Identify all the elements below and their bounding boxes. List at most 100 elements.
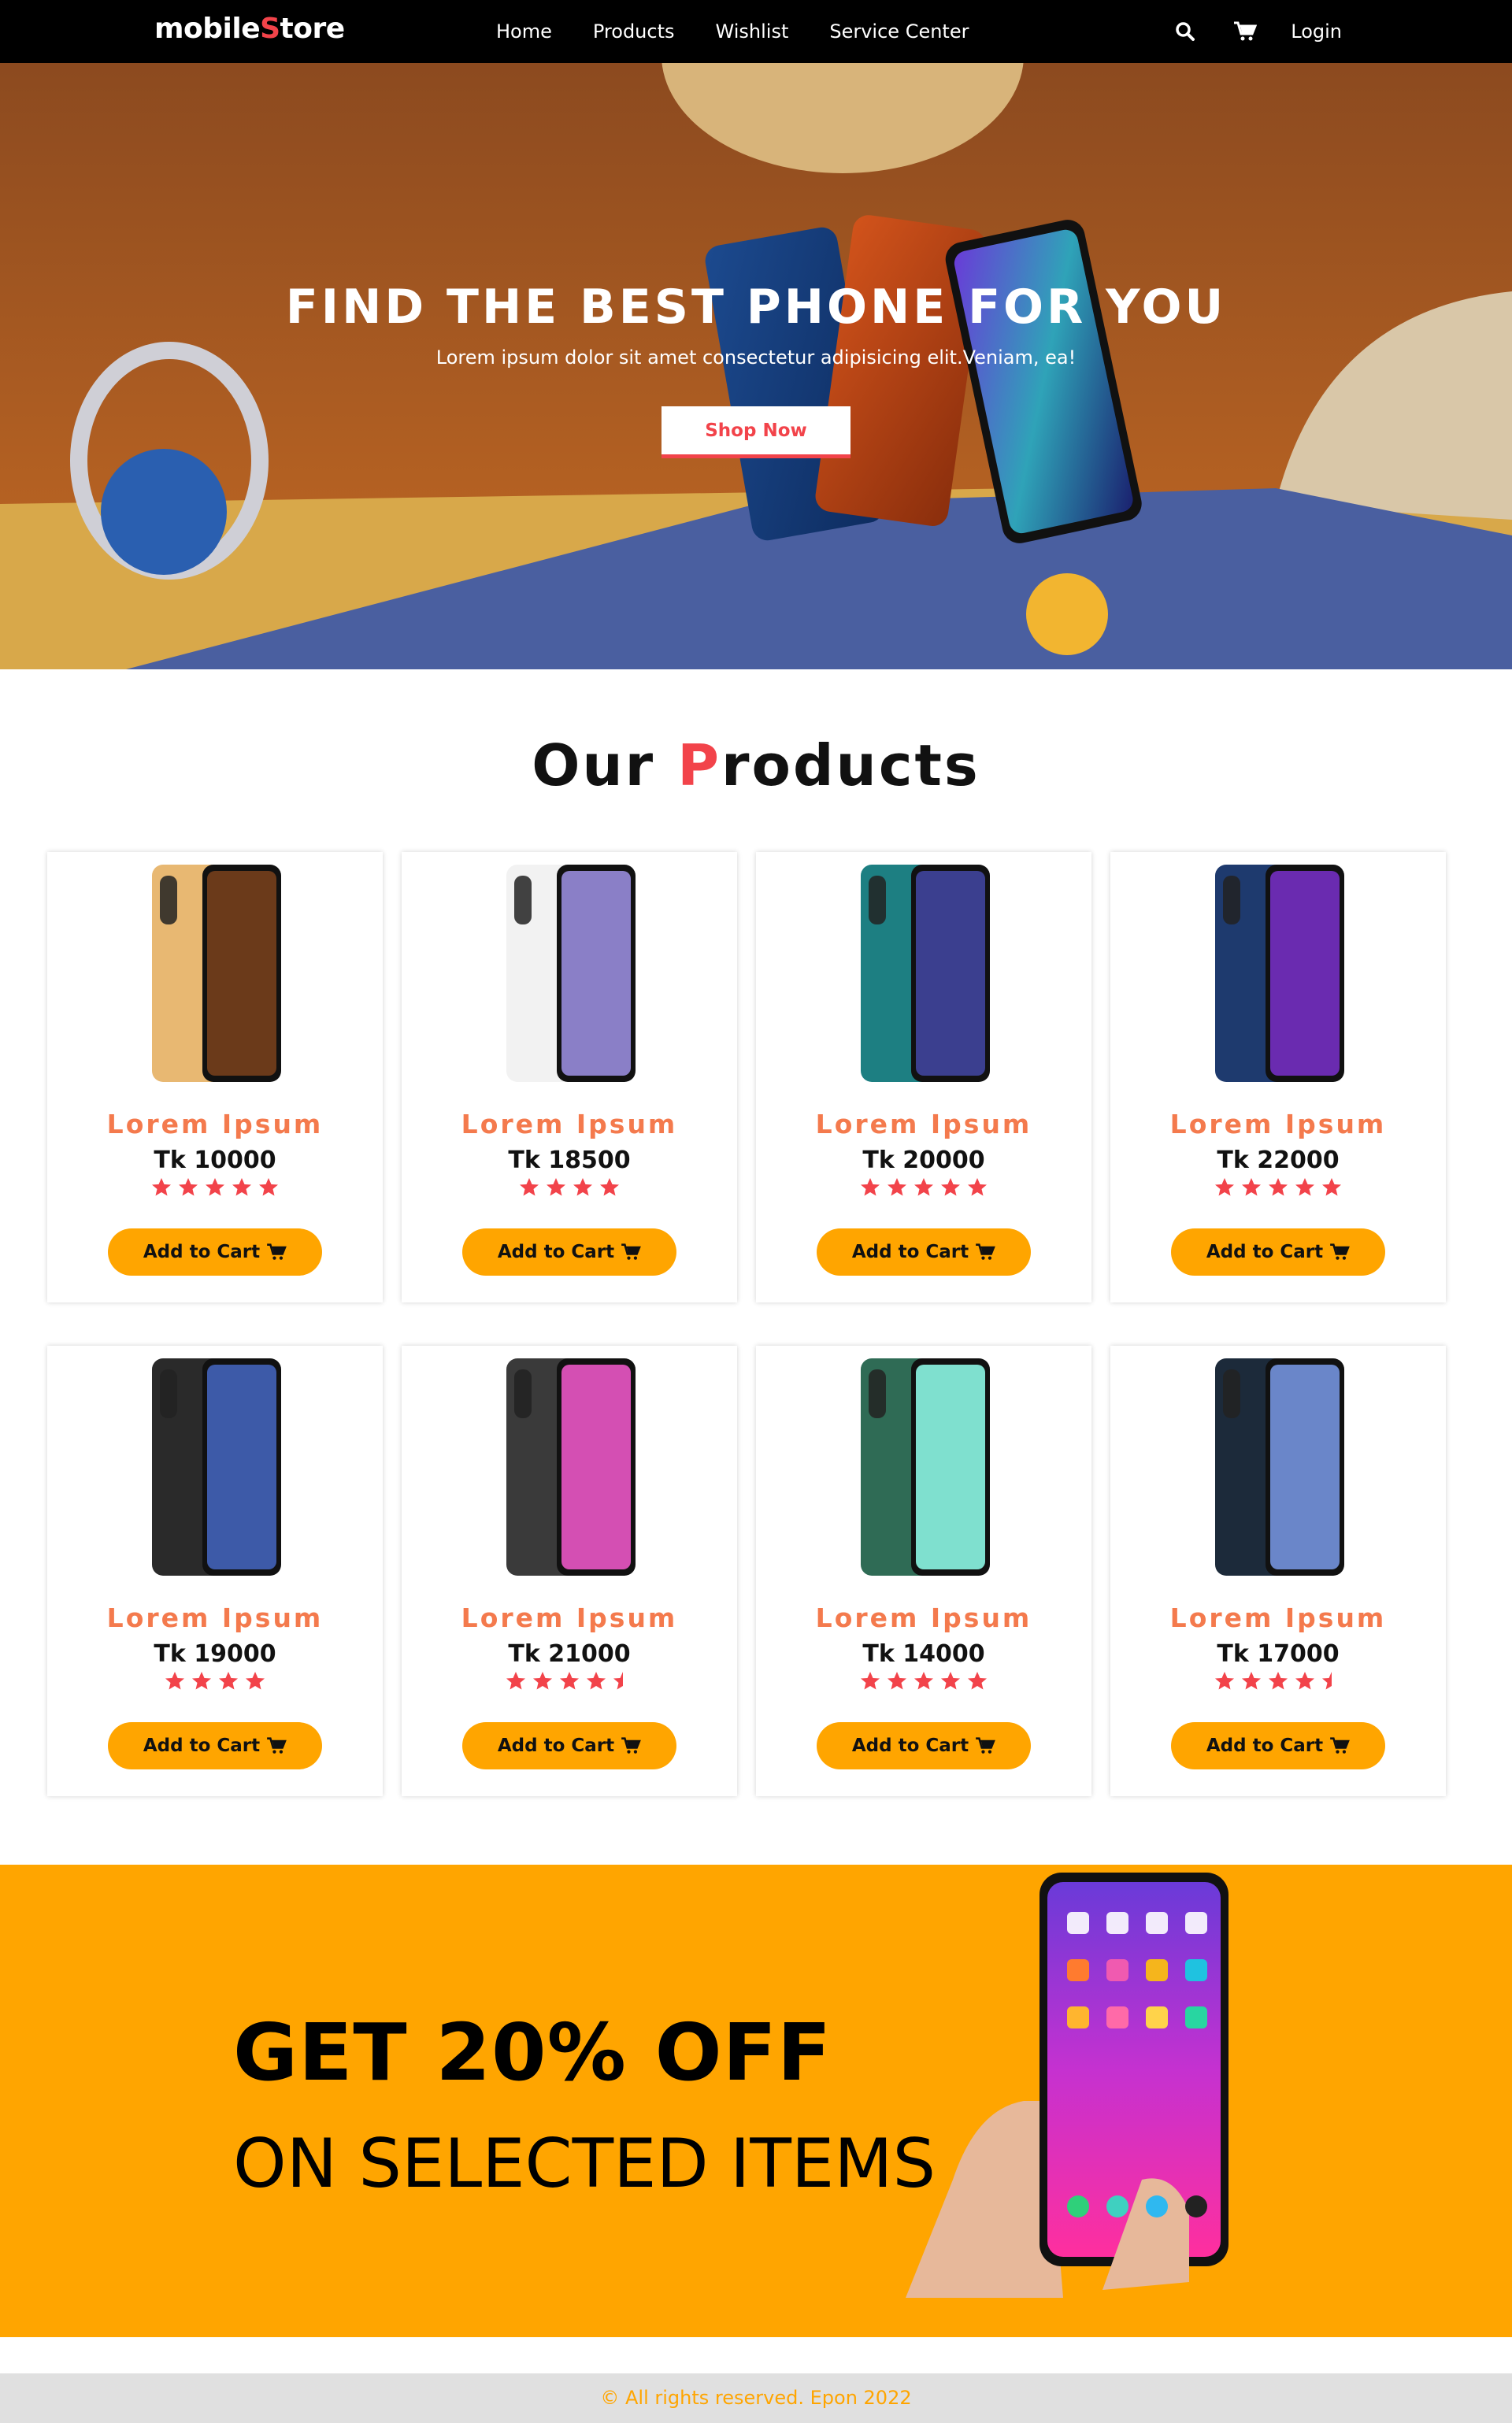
brand-logo[interactable]: mobileStore [154, 13, 345, 45]
add-to-cart-label: Add to Cart [497, 1736, 615, 1756]
hero-subtitle: Lorem ipsum dolor sit amet consectetur a… [435, 346, 1077, 369]
star-icon [941, 1672, 960, 1690]
star-icon [1242, 1178, 1261, 1196]
product-image [861, 865, 990, 1082]
nav-home[interactable]: Home [496, 20, 552, 43]
title-accent: P [677, 732, 722, 798]
star-icon [506, 1672, 525, 1690]
star-icon [1295, 1178, 1314, 1196]
product-name[interactable]: Lorem Ipsum [1110, 1109, 1446, 1139]
star-icon [219, 1672, 238, 1690]
product-image [506, 1358, 636, 1576]
nav-wishlist[interactable]: Wishlist [716, 20, 789, 43]
title-prefix: Our [532, 732, 678, 798]
star-icon [888, 1178, 906, 1196]
add-to-cart-button[interactable]: Add to Cart [108, 1228, 322, 1276]
add-to-cart-button[interactable]: Add to Cart [462, 1228, 676, 1276]
product-image [506, 865, 636, 1082]
product-name[interactable]: Lorem Ipsum [47, 1109, 383, 1139]
star-icon [914, 1178, 933, 1196]
star-icon [914, 1672, 933, 1690]
product-image [1215, 1358, 1344, 1576]
product-rating [47, 1670, 383, 1692]
title-suffix: roducts [721, 732, 980, 798]
product-name[interactable]: Lorem Ipsum [402, 1109, 737, 1139]
product-card[interactable]: Lorem Ipsum Tk 22000 Add to Cart [1110, 852, 1446, 1302]
nav-service-center[interactable]: Service Center [829, 20, 969, 43]
cart-icon[interactable] [1229, 16, 1261, 47]
product-card[interactable]: Lorem Ipsum Tk 14000 Add to Cart [756, 1346, 1091, 1796]
cart-icon [1330, 1737, 1351, 1754]
add-to-cart-button[interactable]: Add to Cart [108, 1722, 322, 1769]
product-name[interactable]: Lorem Ipsum [1110, 1602, 1446, 1633]
product-rating [402, 1670, 737, 1692]
nav-links: Home Products Wishlist Service Center [496, 0, 1010, 63]
star-icon [179, 1178, 198, 1196]
add-to-cart-button[interactable]: Add to Cart [817, 1722, 1031, 1769]
star-icon [600, 1178, 619, 1196]
add-to-cart-button[interactable]: Add to Cart [462, 1722, 676, 1769]
star-icon [520, 1178, 539, 1196]
cart-icon [267, 1243, 287, 1260]
product-name[interactable]: Lorem Ipsum [756, 1602, 1091, 1633]
product-card[interactable]: Lorem Ipsum Tk 17000 Add to Cart [1110, 1346, 1446, 1796]
brand-accent: S [260, 13, 280, 45]
star-icon [1242, 1672, 1261, 1690]
star-icon [888, 1672, 906, 1690]
add-to-cart-label: Add to Cart [143, 1242, 261, 1262]
add-to-cart-button[interactable]: Add to Cart [1171, 1228, 1385, 1276]
add-to-cart-button[interactable]: Add to Cart [1171, 1722, 1385, 1769]
star-icon [1269, 1672, 1288, 1690]
product-rating [402, 1176, 737, 1199]
half-star-icon [1322, 1672, 1332, 1690]
add-to-cart-button[interactable]: Add to Cart [817, 1228, 1031, 1276]
cart-icon [621, 1243, 642, 1260]
brand-prefix: mobile [154, 13, 261, 45]
cart-icon [267, 1737, 287, 1754]
star-icon [861, 1672, 880, 1690]
star-icon [1215, 1672, 1234, 1690]
nav-actions: Login [1141, 0, 1342, 63]
star-icon [587, 1672, 606, 1690]
promo-headline: GET 20% OFF [233, 2006, 832, 2099]
footer: © All rights reserved. Epon 2022 [0, 2373, 1512, 2423]
product-card[interactable]: Lorem Ipsum Tk 21000 Add to Cart [402, 1346, 737, 1796]
add-to-cart-label: Add to Cart [497, 1242, 615, 1262]
cart-icon [976, 1243, 996, 1260]
product-card[interactable]: Lorem Ipsum Tk 20000 Add to Cart [756, 852, 1091, 1302]
star-icon [246, 1672, 265, 1690]
search-icon[interactable] [1169, 16, 1201, 47]
add-to-cart-label: Add to Cart [1206, 1242, 1324, 1262]
product-price: Tk 17000 [1217, 1640, 1340, 1668]
shop-now-button[interactable]: Shop Now [662, 406, 850, 458]
star-icon [1215, 1178, 1234, 1196]
star-icon [232, 1178, 251, 1196]
star-icon [968, 1178, 987, 1196]
login-link[interactable]: Login [1291, 20, 1342, 43]
products-section-title: Our Products [0, 732, 1512, 798]
promo-phone-image [906, 1873, 1228, 2298]
product-price: Tk 10000 [154, 1147, 276, 1174]
navbar: mobileStore Home Products Wishlist Servi… [0, 0, 1512, 63]
star-icon [560, 1672, 579, 1690]
product-price: Tk 21000 [508, 1640, 631, 1668]
star-icon [941, 1178, 960, 1196]
product-name[interactable]: Lorem Ipsum [402, 1602, 737, 1633]
star-icon [1269, 1178, 1288, 1196]
half-star-icon [613, 1672, 623, 1690]
product-price: Tk 18500 [508, 1147, 631, 1174]
promo-subline: ON SELECTED ITEMS [233, 2125, 936, 2203]
product-card[interactable]: Lorem Ipsum Tk 18500 Add to Cart [402, 852, 737, 1302]
product-image [1215, 865, 1344, 1082]
promo-banner: GET 20% OFF ON SELECTED ITEMS [0, 1865, 1512, 2337]
footer-copyright: © All rights reserved. Epon 2022 [600, 2387, 912, 2409]
product-name[interactable]: Lorem Ipsum [47, 1602, 383, 1633]
star-icon [968, 1672, 987, 1690]
nav-products[interactable]: Products [593, 20, 675, 43]
product-name[interactable]: Lorem Ipsum [756, 1109, 1091, 1139]
product-rating [1110, 1670, 1446, 1692]
product-card[interactable]: Lorem Ipsum Tk 19000 Add to Cart [47, 1346, 383, 1796]
product-card[interactable]: Lorem Ipsum Tk 10000 Add to Cart [47, 852, 383, 1302]
product-price: Tk 22000 [1217, 1147, 1340, 1174]
product-rating [47, 1176, 383, 1199]
